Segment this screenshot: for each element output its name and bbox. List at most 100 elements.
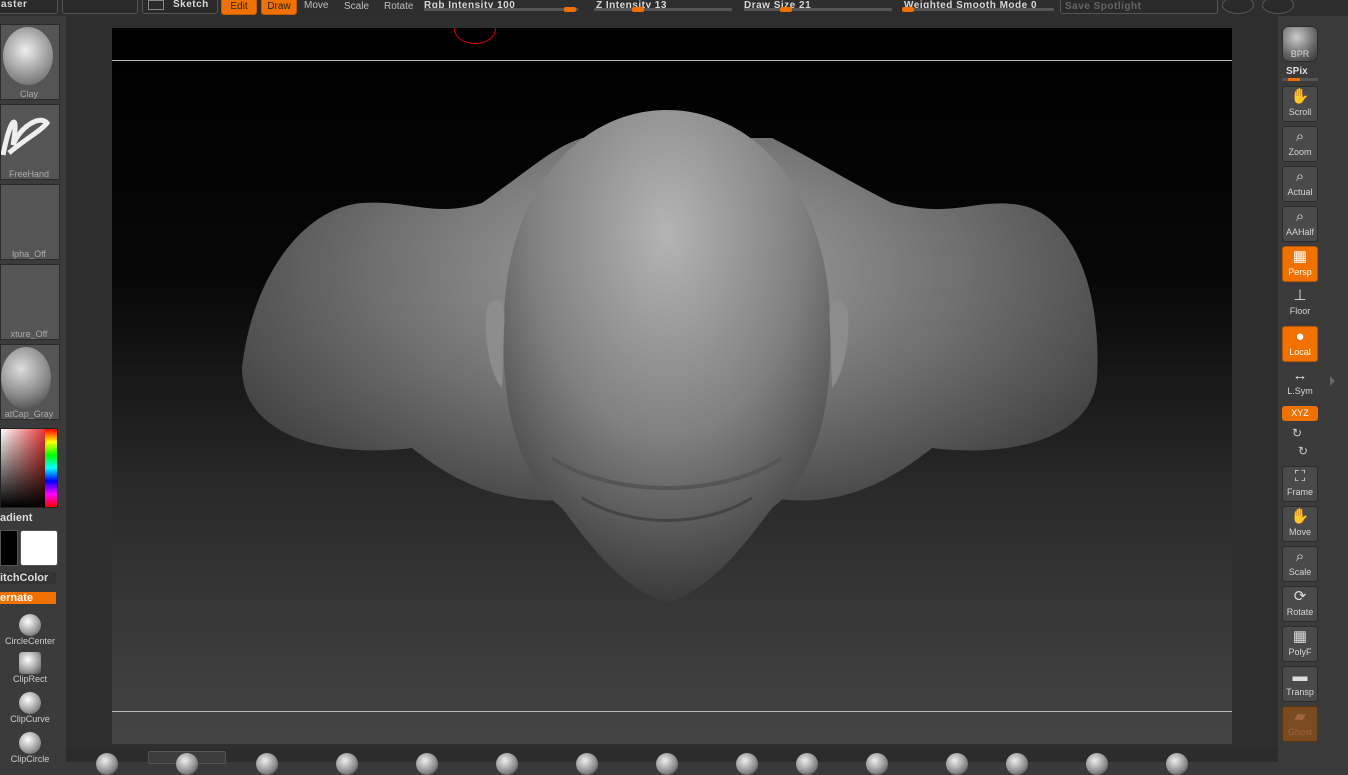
clipcircle-label: ClipCircle <box>10 754 50 764</box>
sketch-button[interactable]: Sketch <box>142 0 218 14</box>
save-spotlight-button[interactable]: Save Spotlight <box>1060 0 1218 14</box>
draw-size-slider[interactable] <box>744 7 892 12</box>
alternate-button[interactable]: ernate <box>0 592 56 604</box>
weighted-smooth-slider[interactable] <box>902 7 1054 12</box>
aahalf-button[interactable]: ⌕ AAHalf <box>1282 206 1318 242</box>
weighted-smooth-label: Weighted Smooth Mode 0 <box>904 0 1038 11</box>
persp-button[interactable]: ▦ Persp <box>1282 246 1318 282</box>
actual-button[interactable]: ⌕ Actual <box>1282 166 1318 202</box>
switchcolor-button[interactable]: itchColor <box>0 572 56 584</box>
document-canvas[interactable] <box>112 28 1232 744</box>
dial-icon[interactable] <box>1262 0 1294 14</box>
transp-icon: ▬ <box>1292 668 1308 685</box>
clipcurve-icon <box>19 692 41 714</box>
scale-view-button[interactable]: ⌕ Scale <box>1282 546 1318 582</box>
bpr-label: BPR <box>1290 49 1310 59</box>
tray-toggle-icon[interactable] <box>1330 376 1335 386</box>
ghost-icon: ▰ <box>1294 708 1306 725</box>
zoom-icon: ⌕ <box>1295 168 1305 185</box>
brush-slot[interactable] <box>416 753 438 775</box>
brush-slot[interactable] <box>336 753 358 775</box>
zoom-button[interactable]: ⌕ Zoom <box>1282 126 1318 162</box>
brush-slot[interactable] <box>96 753 118 775</box>
brush-slot[interactable] <box>256 753 278 775</box>
brush-thumbnail[interactable]: Clay <box>0 24 60 100</box>
matcap-sphere-icon <box>1 347 51 409</box>
stroke-label: FreeHand <box>8 169 50 179</box>
lsym-button[interactable]: ↔ L.Sym <box>1282 366 1318 402</box>
texture-thumbnail[interactable]: xture_Off <box>0 264 60 340</box>
brush-slot[interactable] <box>1166 753 1188 775</box>
bpr-button[interactable]: BPR <box>1282 26 1318 62</box>
color-picker[interactable] <box>0 428 58 508</box>
material-thumbnail[interactable]: atCap_Gray <box>0 344 60 420</box>
arrows-icon: ↔ <box>1292 367 1308 384</box>
clipcurve-button[interactable]: ClipCurve <box>0 692 60 724</box>
move-button[interactable]: Move <box>304 0 328 14</box>
gradient-label[interactable]: adient <box>0 512 32 524</box>
aahalf-label: AAHalf <box>1285 227 1314 237</box>
rotate-y-icon[interactable]: ↻ <box>1292 426 1302 440</box>
frame-label: Frame <box>1286 487 1313 497</box>
main-color-swatch[interactable] <box>20 530 58 566</box>
brush-slot[interactable] <box>1006 753 1028 775</box>
brush-slot[interactable] <box>866 753 888 775</box>
bottom-shelf <box>66 749 1278 775</box>
scale-button[interactable]: Scale <box>344 1 369 15</box>
floor-icon: ⊥ <box>1293 287 1307 304</box>
brush-slot[interactable] <box>796 753 818 775</box>
hand-icon: ✋ <box>1290 88 1310 105</box>
brush-slot[interactable] <box>176 753 198 775</box>
xyz-button[interactable]: XYZ <box>1282 406 1318 421</box>
cliprect-icon <box>19 652 41 674</box>
brush-slot[interactable] <box>576 753 598 775</box>
local-icon: ● <box>1295 328 1305 345</box>
frame-button[interactable]: ⛶ Frame <box>1282 466 1318 502</box>
edit-button[interactable]: Edit <box>221 0 257 15</box>
top-toolbar: aster Sketch Edit Draw Move Scale Rotate… <box>0 0 1348 16</box>
rotate-button[interactable]: Rotate <box>384 1 413 15</box>
move-view-button[interactable]: ✋ Move <box>1282 506 1318 542</box>
draw-button[interactable]: Draw <box>261 0 297 15</box>
clay-brush-icon <box>3 27 53 85</box>
local-button[interactable]: ● Local <box>1282 326 1318 362</box>
sketch-label: Sketch <box>173 0 209 10</box>
stroke-thumbnail[interactable]: FreeHand <box>0 104 60 180</box>
material-label: atCap_Gray <box>4 409 54 419</box>
rotate-icon: ⟳ <box>1293 588 1307 605</box>
texture-label: xture_Off <box>10 329 48 339</box>
cliprect-label: ClipRect <box>12 674 47 684</box>
cliprect-button[interactable]: ClipRect <box>0 652 60 684</box>
z-intensity-slider[interactable] <box>594 7 732 12</box>
alpha-thumbnail[interactable]: lpha_Off <box>0 184 60 260</box>
spix-slider[interactable] <box>1282 78 1318 81</box>
clipcircle-button[interactable]: ClipCircle <box>0 732 60 764</box>
brush-slot[interactable] <box>496 753 518 775</box>
scroll-button[interactable]: ✋ Scroll <box>1282 86 1318 122</box>
draw-size-label: Draw Size 21 <box>744 0 812 11</box>
transp-label: Transp <box>1286 687 1314 697</box>
polyf-button[interactable]: ▦ PolyF <box>1282 626 1318 662</box>
ghost-button[interactable]: ▰ Ghost <box>1282 706 1318 742</box>
hue-strip[interactable] <box>45 429 57 507</box>
persp-label: Persp <box>1288 267 1312 277</box>
rotate-view-button[interactable]: ⟳ Rotate <box>1282 586 1318 622</box>
brush-slot[interactable] <box>946 753 968 775</box>
floor-button[interactable]: ⊥ Floor <box>1282 286 1318 322</box>
brush-slot[interactable] <box>736 753 758 775</box>
transp-button[interactable]: ▬ Transp <box>1282 666 1318 702</box>
sketch-icon <box>148 0 164 10</box>
rgb-intensity-label: Rgb Intensity 100 <box>424 0 516 11</box>
tool-selector[interactable] <box>62 0 138 14</box>
rotate-view-label: Rotate <box>1286 607 1314 617</box>
spix-label[interactable]: SPix <box>1286 66 1308 77</box>
brush-slot[interactable] <box>1086 753 1108 775</box>
brush-slot[interactable] <box>656 753 678 775</box>
circlecenter-button[interactable]: CircleCenter <box>0 614 60 646</box>
dial-icon[interactable] <box>1222 0 1254 14</box>
secondary-color-swatch[interactable] <box>0 530 18 566</box>
rotate-z-icon[interactable]: ↻ <box>1298 444 1308 458</box>
master-button[interactable]: aster <box>0 0 58 14</box>
scale-view-label: Scale <box>1288 567 1312 577</box>
rgb-intensity-slider[interactable] <box>424 7 578 12</box>
